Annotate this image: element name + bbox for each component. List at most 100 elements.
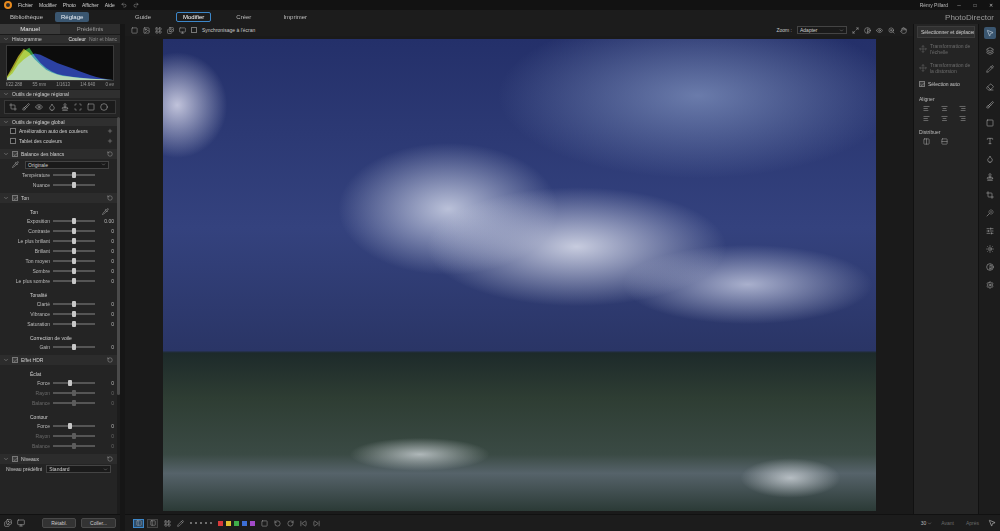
tool-icon[interactable] <box>986 191 994 199</box>
mode-tab[interactable]: Réglage <box>55 12 89 22</box>
slider-track[interactable] <box>53 184 95 186</box>
menu-item[interactable]: Afficher <box>82 2 99 8</box>
check-icon[interactable] <box>920 82 925 87</box>
tool-button[interactable] <box>984 117 996 129</box>
tool-icon[interactable] <box>986 83 994 91</box>
distribute-vertical-icon[interactable] <box>941 138 948 145</box>
star-dot[interactable] <box>205 522 207 524</box>
tool-icon[interactable] <box>986 173 994 181</box>
tool-icon[interactable] <box>986 263 994 271</box>
regional-tool-icon[interactable] <box>74 103 82 111</box>
color-label[interactable] <box>226 521 231 526</box>
flag-icon[interactable] <box>261 520 268 527</box>
checkbox[interactable] <box>12 151 18 157</box>
align-icon[interactable] <box>959 115 966 122</box>
view-mode-button[interactable] <box>147 519 158 528</box>
work-tab[interactable]: Modifier <box>176 12 211 22</box>
slider-track[interactable] <box>53 240 95 242</box>
tool-button[interactable] <box>984 135 996 147</box>
slider-knob[interactable] <box>68 380 72 386</box>
tool-icon[interactable] <box>986 281 994 289</box>
align-icon[interactable] <box>941 115 948 122</box>
star-dot[interactable] <box>195 522 197 524</box>
panel-icon[interactable] <box>136 520 142 526</box>
star-dot[interactable] <box>190 522 192 524</box>
window-control[interactable]: ─ <box>954 2 964 8</box>
regional-tool-icon[interactable] <box>9 103 17 111</box>
menu-item[interactable]: Modifier <box>39 2 57 8</box>
window-control[interactable]: ✕ <box>986 2 996 8</box>
panel-icon[interactable] <box>150 520 156 526</box>
checkbox[interactable] <box>12 357 18 363</box>
transform-icon[interactable] <box>919 64 927 72</box>
slider-track[interactable] <box>53 382 95 384</box>
slider-track[interactable] <box>53 280 95 282</box>
dropdown-arrow-icon[interactable] <box>103 467 108 472</box>
slider-track[interactable] <box>53 174 95 176</box>
panel-tab[interactable]: Prédéfinis <box>60 24 120 34</box>
second-screen-icon[interactable] <box>179 27 186 34</box>
app-logo-icon[interactable] <box>4 1 12 9</box>
action-row[interactable]: Tablet des couleurs <box>0 136 117 146</box>
slider-knob[interactable] <box>72 238 76 244</box>
slider-track[interactable] <box>53 346 95 348</box>
slider-knob[interactable] <box>72 344 76 350</box>
reset-icon[interactable] <box>107 357 113 363</box>
photo[interactable] <box>163 39 876 511</box>
menu-item[interactable]: Aide <box>105 2 115 8</box>
plus-icon[interactable] <box>107 128 113 134</box>
dropdown-arrow-icon[interactable] <box>839 28 844 33</box>
tool-button[interactable] <box>984 153 996 165</box>
tool-icon[interactable] <box>986 245 994 253</box>
histogram-mode[interactable]: Couleur <box>68 36 86 42</box>
tool-button[interactable] <box>984 171 996 183</box>
reset-icon[interactable] <box>107 151 113 157</box>
transform-icon[interactable] <box>919 45 927 53</box>
edit-icon[interactable] <box>177 520 184 527</box>
user-name[interactable]: Rémy Pillard <box>920 2 948 8</box>
next-icon[interactable] <box>313 520 320 527</box>
align-icon[interactable] <box>959 105 966 112</box>
group-header[interactable]: Balance des blancs <box>0 149 117 159</box>
slider-knob[interactable] <box>72 218 76 224</box>
histogram-header[interactable]: HistogrammeCouleurNoir et blanc <box>0 34 120 43</box>
slider-track[interactable] <box>53 313 95 315</box>
regional-tool-icon[interactable] <box>35 103 43 111</box>
chevron-icon[interactable] <box>3 91 9 97</box>
view-mode-button[interactable] <box>133 519 144 528</box>
group-header[interactable]: Ton <box>0 193 117 203</box>
tool-icon[interactable] <box>986 101 994 109</box>
tool-icon[interactable] <box>986 227 994 235</box>
slider-track[interactable] <box>53 323 95 325</box>
pan-icon[interactable] <box>900 27 907 34</box>
align-icon[interactable] <box>923 115 930 122</box>
tool-button[interactable] <box>984 225 996 237</box>
rotate-left-icon[interactable] <box>274 520 281 527</box>
tool-button[interactable] <box>984 45 996 57</box>
slider-track[interactable] <box>53 250 95 252</box>
work-tab[interactable]: Imprimer <box>276 12 314 22</box>
rotate-right-icon[interactable] <box>287 520 294 527</box>
chevron-icon[interactable] <box>3 36 9 42</box>
star-dot[interactable] <box>200 522 202 524</box>
regional-tool-icon[interactable] <box>48 103 56 111</box>
checkbox[interactable] <box>10 128 16 134</box>
previous-icon[interactable] <box>300 520 307 527</box>
image-view-icon[interactable] <box>143 27 150 34</box>
single-view-icon[interactable] <box>131 27 138 34</box>
checkbox[interactable] <box>12 456 18 462</box>
color-label[interactable] <box>234 521 239 526</box>
chevron-icon[interactable] <box>3 195 9 201</box>
group-header[interactable]: Effet HDR <box>0 355 117 365</box>
slider-track[interactable] <box>53 425 95 427</box>
zoom-dropdown[interactable]: Adapter <box>797 26 847 34</box>
preset-dropdown[interactable]: Originale <box>25 161 109 169</box>
menu-item[interactable]: Fichier <box>18 2 33 8</box>
work-tab[interactable]: Créer <box>229 12 258 22</box>
clipping-icon[interactable] <box>864 27 871 34</box>
tool-button[interactable] <box>984 27 996 39</box>
compare-view-icon[interactable] <box>167 27 174 34</box>
align-icon[interactable] <box>923 105 930 112</box>
tool-button[interactable] <box>984 81 996 93</box>
tool-icon[interactable] <box>986 47 994 55</box>
